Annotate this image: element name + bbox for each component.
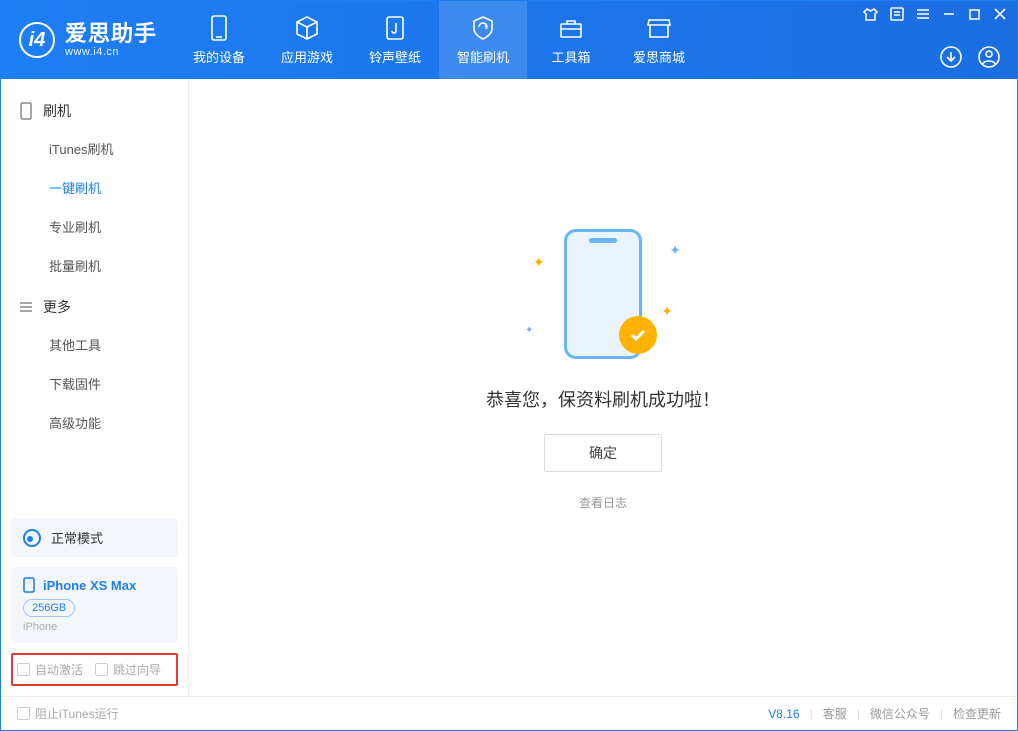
toolbox-icon xyxy=(558,15,584,41)
checkbox-icon xyxy=(17,707,30,720)
brand-logo: i4 xyxy=(19,22,55,58)
device-type: iPhone xyxy=(23,621,166,633)
checkbox-skip-guide[interactable]: 跳过向导 xyxy=(95,661,161,678)
maximize-icon[interactable] xyxy=(968,8,981,21)
checkbox-block-itunes[interactable]: 阻止iTunes运行 xyxy=(17,705,119,722)
close-icon[interactable] xyxy=(993,7,1007,21)
tshirt-icon[interactable] xyxy=(863,8,878,21)
main-content: ✦✦✦✦ 恭喜您，保资料刷机成功啦！ 确定 查看日志 xyxy=(189,79,1017,696)
device-icon xyxy=(23,577,35,593)
wechat-link[interactable]: 微信公众号 xyxy=(870,705,930,722)
sidebar-item-pro-flash[interactable]: 专业刷机 xyxy=(1,207,188,246)
mode-label: 正常模式 xyxy=(51,528,103,547)
mode-card[interactable]: 正常模式 xyxy=(11,518,178,557)
nav-smart-flash[interactable]: 智能刷机 xyxy=(439,1,527,79)
brand: i4 爱思助手 www.i4.cn xyxy=(1,1,175,79)
download-icon[interactable] xyxy=(939,45,963,69)
success-illustration: ✦✦✦✦ xyxy=(523,224,683,364)
check-update-link[interactable]: 检查更新 xyxy=(953,705,1001,722)
refresh-shield-icon xyxy=(470,15,496,41)
ok-button[interactable]: 确定 xyxy=(544,434,662,472)
support-link[interactable]: 客服 xyxy=(823,705,847,722)
device-capacity: 256GB xyxy=(23,599,75,617)
title-bar: i4 爱思助手 www.i4.cn 我的设备 应用游戏 铃声壁纸 智能刷机 xyxy=(1,1,1017,79)
window-controls xyxy=(863,7,1007,21)
nav-store[interactable]: 爱思商城 xyxy=(615,1,703,79)
version-label: V8.16 xyxy=(768,707,799,721)
nav-rings-wallpapers[interactable]: 铃声壁纸 xyxy=(351,1,439,79)
device-name: iPhone XS Max xyxy=(43,578,136,593)
sidebar-item-other-tools[interactable]: 其他工具 xyxy=(1,325,188,364)
phone-icon xyxy=(206,15,232,41)
highlight-box: 自动激活 跳过向导 xyxy=(11,653,178,686)
sidebar: 刷机 iTunes刷机 一键刷机 专业刷机 批量刷机 更多 其他工具 下载固件 … xyxy=(1,79,189,696)
device-card[interactable]: iPhone XS Max 256GB iPhone xyxy=(11,567,178,643)
top-nav: 我的设备 应用游戏 铃声壁纸 智能刷机 工具箱 爱思商城 xyxy=(175,1,703,79)
sidebar-item-onekey-flash[interactable]: 一键刷机 xyxy=(1,168,188,207)
checkbox-icon xyxy=(95,663,108,676)
user-icon[interactable] xyxy=(977,45,1001,69)
checkbox-auto-activate[interactable]: 自动激活 xyxy=(17,661,83,678)
brand-title: 爱思助手 xyxy=(65,22,157,46)
check-badge-icon xyxy=(619,316,657,354)
mode-status-icon xyxy=(23,529,41,547)
sidebar-group-flash: 刷机 xyxy=(1,89,188,129)
menu-icon[interactable] xyxy=(916,8,930,20)
feedback-icon[interactable] xyxy=(890,7,904,21)
sidebar-item-advanced[interactable]: 高级功能 xyxy=(1,403,188,442)
cube-icon xyxy=(294,15,320,41)
sidebar-item-batch-flash[interactable]: 批量刷机 xyxy=(1,246,188,285)
nav-my-device[interactable]: 我的设备 xyxy=(175,1,263,79)
brand-subtitle: www.i4.cn xyxy=(65,46,157,58)
list-icon xyxy=(19,301,33,313)
view-log-link[interactable]: 查看日志 xyxy=(579,494,627,511)
music-file-icon xyxy=(382,15,408,41)
phone-small-icon xyxy=(19,102,33,120)
checkbox-icon xyxy=(17,663,30,676)
minimize-icon[interactable] xyxy=(942,7,956,21)
sidebar-item-itunes-flash[interactable]: iTunes刷机 xyxy=(1,129,188,168)
success-message: 恭喜您，保资料刷机成功啦！ xyxy=(486,386,720,412)
nav-apps-games[interactable]: 应用游戏 xyxy=(263,1,351,79)
store-icon xyxy=(646,15,672,41)
status-bar: 阻止iTunes运行 V8.16 | 客服 | 微信公众号 | 检查更新 xyxy=(1,696,1017,730)
sidebar-group-more: 更多 xyxy=(1,285,188,325)
nav-toolbox[interactable]: 工具箱 xyxy=(527,1,615,79)
sidebar-item-download-firmware[interactable]: 下载固件 xyxy=(1,364,188,403)
